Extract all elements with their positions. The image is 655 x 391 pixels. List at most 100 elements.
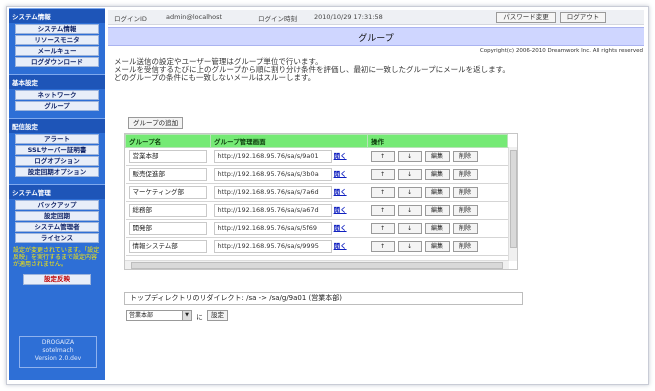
login-id-value: admin@localhost <box>166 13 223 21</box>
group-admin-url: http://192.168.95.76/sa/s/3b0a <box>213 168 332 181</box>
sidebar-item-network[interactable]: ネットワーク <box>15 90 99 100</box>
sidebar-item-ssl-cert[interactable]: SSLサーバー証明書 <box>15 145 99 155</box>
sidebar-item-resource-monitor[interactable]: リソースモニタ <box>15 35 99 45</box>
sidebar-section-title: システム管理 <box>9 184 105 199</box>
table-row: 総務部 http://192.168.95.76/sa/s/a67d 開く ↑ ↓ 編集… <box>125 201 508 220</box>
header-bar: ログインID admin@localhost ログイン時刻 2010/10/29… <box>108 10 644 25</box>
column-header-admin-url: グループ管理画面 <box>210 134 368 148</box>
delete-button[interactable]: 削除 <box>452 151 478 162</box>
group-name-cell: 販売促進部 <box>125 165 211 184</box>
open-link[interactable]: 開く <box>334 170 347 178</box>
edit-button[interactable]: 編集 <box>424 187 450 198</box>
edit-button[interactable]: 編集 <box>424 223 450 234</box>
delete-button[interactable]: 削除 <box>452 205 478 216</box>
delete-button[interactable]: 削除 <box>452 241 478 252</box>
settings-changed-warning: 設定が変更されています。「設定反映」を実行するまで設定内容が適用されません。 <box>13 247 100 268</box>
group-url-cell: http://192.168.95.76/sa/s/9a01 開く <box>210 147 368 166</box>
page-description: メール送信の設定やユーザー管理はグループ単位で行います。 メールを受信するたびに… <box>114 58 639 82</box>
sidebar: システム情報 システム情報 リソースモニタ メールキュー ログダウンロード 基本… <box>9 8 105 380</box>
product-name: DROGAIZA <box>41 339 75 346</box>
version-box: DROGAIZA sotelmach Version 2.0.dev <box>19 336 97 368</box>
edit-button[interactable]: 編集 <box>424 241 450 252</box>
move-down-button[interactable]: ↓ <box>397 241 422 252</box>
table-row: 販売促進部 http://192.168.95.76/sa/s/3b0a 開く ↑ ↓… <box>125 165 508 184</box>
group-name-cell: 情報システム部 <box>125 237 211 256</box>
move-up-button[interactable]: ↑ <box>370 187 395 198</box>
redirect-info: トップディレクトリのリダイレクト: /sa -> /sa/g/9a01 (営業本… <box>124 292 523 305</box>
group-name-cell: 開発部 <box>125 219 211 238</box>
scrollbar-thumb[interactable] <box>131 262 503 269</box>
actions-cell: ↑ ↓ 編集 削除 <box>367 147 508 166</box>
move-down-button[interactable]: ↓ <box>397 151 422 162</box>
sidebar-item-sync-option[interactable]: 設定回期オプション <box>15 167 99 177</box>
sidebar-section-title: 配信設定 <box>9 118 105 133</box>
open-link[interactable]: 開く <box>334 152 347 160</box>
edit-button[interactable]: 編集 <box>424 151 450 162</box>
password-change-button[interactable]: パスワード変更 <box>496 12 556 23</box>
group-name: 情報システム部 <box>128 240 207 253</box>
horizontal-scrollbar[interactable] <box>125 260 509 269</box>
copyright: Copyright(c) 2006-2010 Dreamwork Inc. Al… <box>479 48 643 54</box>
move-up-button[interactable]: ↑ <box>370 205 395 216</box>
group-name: マーケティング部 <box>128 186 207 199</box>
table-header-row: グループ名 グループ管理画面 操作 <box>125 134 508 148</box>
delete-button[interactable]: 削除 <box>452 187 478 198</box>
sidebar-item-system-info[interactable]: システム情報 <box>15 24 99 34</box>
open-link[interactable]: 開く <box>334 206 347 214</box>
move-down-button[interactable]: ↓ <box>397 223 422 234</box>
group-name: 営業本部 <box>128 150 207 163</box>
add-group-button[interactable]: グループの追加 <box>128 117 184 129</box>
apply-settings-button[interactable]: 設定反映 <box>23 274 91 285</box>
sidebar-item-sync[interactable]: 設定回期 <box>15 211 99 221</box>
open-link[interactable]: 開く <box>334 224 347 232</box>
redirect-group-select[interactable]: 営業本部 ▼ <box>126 310 192 321</box>
group-name-cell: 総務部 <box>125 201 211 220</box>
column-header-group-name: グループ名 <box>125 134 211 148</box>
sidebar-section-system-admin: システム管理 バックアップ 設定回期 システム管理者 ライセンス <box>9 184 105 243</box>
description-line: どのグループの条件にも一致しないメールはスルーします。 <box>114 73 316 82</box>
edit-button[interactable]: 編集 <box>424 169 450 180</box>
sidebar-item-backup[interactable]: バックアップ <box>15 200 99 210</box>
move-up-button[interactable]: ↑ <box>370 151 395 162</box>
move-up-button[interactable]: ↑ <box>370 241 395 252</box>
open-link[interactable]: 開く <box>334 242 347 250</box>
move-up-button[interactable]: ↑ <box>370 169 395 180</box>
move-down-button[interactable]: ↓ <box>397 187 422 198</box>
group-url-cell: http://192.168.95.76/sa/s/3b0a 開く <box>210 165 368 184</box>
sidebar-item-log-download[interactable]: ログダウンロード <box>15 57 99 67</box>
sidebar-section-system-info: システム情報 システム情報 リソースモニタ メールキュー ログダウンロード <box>9 8 105 67</box>
delete-button[interactable]: 削除 <box>452 169 478 180</box>
move-down-button[interactable]: ↓ <box>397 205 422 216</box>
open-link[interactable]: 開く <box>334 188 347 196</box>
column-header-actions: 操作 <box>367 134 508 148</box>
group-admin-url: http://192.168.95.76/sa/s/7a6d <box>213 186 332 199</box>
actions-cell: ↑ ↓ 編集 削除 <box>367 201 508 220</box>
move-up-button[interactable]: ↑ <box>370 223 395 234</box>
table-body: 営業本部 http://192.168.95.76/sa/s/9a01 開く ↑ ↓ 編… <box>125 147 508 256</box>
sidebar-item-admin[interactable]: システム管理者 <box>15 222 99 232</box>
move-down-button[interactable]: ↓ <box>397 169 422 180</box>
table-row: 営業本部 http://192.168.95.76/sa/s/9a01 開く ↑ ↓ 編… <box>125 147 508 166</box>
sidebar-item-alert[interactable]: アラート <box>15 134 99 144</box>
group-url-cell: http://192.168.95.76/sa/s/a67d 開く <box>210 201 368 220</box>
table-row: マーケティング部 http://192.168.95.76/sa/s/7a6d 開… <box>125 183 508 202</box>
scrollbar-thumb[interactable] <box>510 150 517 248</box>
sidebar-item-mail-queue[interactable]: メールキュー <box>15 46 99 56</box>
delete-button[interactable]: 削除 <box>452 223 478 234</box>
logout-button[interactable]: ログアウト <box>560 12 606 23</box>
sidebar-item-group[interactable]: グループ <box>15 101 99 111</box>
sidebar-item-log-option[interactable]: ログオプション <box>15 156 99 166</box>
sidebar-section-title: システム情報 <box>9 8 105 23</box>
version-label: Version 2.0.dev <box>34 355 82 362</box>
set-redirect-button[interactable]: 設定 <box>206 310 228 321</box>
table-row: 開発部 http://192.168.95.76/sa/s/5f69 開く ↑ ↓ 編集… <box>125 219 508 238</box>
select-value: 営業本部 <box>129 312 154 319</box>
group-url-cell: http://192.168.95.76/sa/s/7a6d 開く <box>210 183 368 202</box>
chevron-down-icon[interactable]: ▼ <box>182 311 191 320</box>
actions-cell: ↑ ↓ 編集 削除 <box>367 165 508 184</box>
sidebar-item-license[interactable]: ライセンス <box>15 233 99 243</box>
vertical-scrollbar[interactable] <box>508 147 517 261</box>
group-admin-url: http://192.168.95.76/sa/s/9a01 <box>213 150 332 163</box>
group-url-cell: http://192.168.95.76/sa/s/5f69 開く <box>210 219 368 238</box>
edit-button[interactable]: 編集 <box>424 205 450 216</box>
